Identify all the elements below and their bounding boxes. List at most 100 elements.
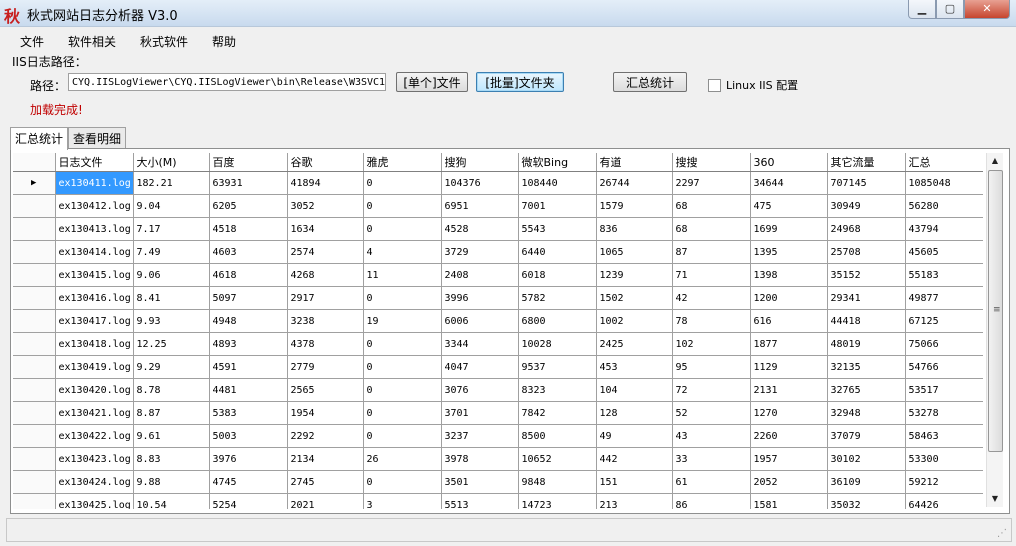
table-cell[interactable]: 45605 <box>905 240 983 264</box>
table-cell[interactable]: 34644 <box>750 171 828 195</box>
table-cell[interactable]: 26744 <box>596 171 673 195</box>
table-cell[interactable]: 48019 <box>827 332 906 356</box>
table-cell[interactable]: 4481 <box>209 378 288 402</box>
table-cell[interactable]: 1065 <box>596 240 673 264</box>
table-cell[interactable]: 5254 <box>209 493 288 509</box>
table-cell[interactable]: 53300 <box>905 447 983 471</box>
table-cell[interactable]: 26 <box>363 447 442 471</box>
resize-grip-icon[interactable]: ⋰ <box>997 528 1007 539</box>
current-row-indicator-icon[interactable]: ▶ <box>13 171 56 195</box>
data-grid[interactable]: 日志文件 大小(M) 百度 谷歌 雅虎 搜狗 微软Bing 有道 搜搜 360 其它流量 汇总 ▶ ex… <box>13 153 983 509</box>
table-cell[interactable]: 72 <box>672 378 751 402</box>
row-header[interactable] <box>13 332 56 356</box>
table-row[interactable]: ex130423.log 8.83 3976 2134 26 3978 10652 442 33… <box>13 447 983 471</box>
table-cell[interactable]: 1502 <box>596 286 673 310</box>
table-cell[interactable]: 442 <box>596 447 673 471</box>
table-cell[interactable]: 453 <box>596 355 673 379</box>
table-cell[interactable]: 53278 <box>905 401 983 425</box>
table-cell[interactable]: 10652 <box>518 447 597 471</box>
maximize-button[interactable]: ▢ <box>936 0 964 19</box>
row-header[interactable] <box>13 240 56 264</box>
table-cell[interactable]: 1002 <box>596 309 673 333</box>
table-cell[interactable]: 2021 <box>287 493 364 509</box>
table-cell[interactable]: 2292 <box>287 424 364 448</box>
table-cell[interactable]: 64426 <box>905 493 983 509</box>
table-cell[interactable]: 33 <box>672 447 751 471</box>
table-cell[interactable]: 10028 <box>518 332 597 356</box>
table-cell[interactable]: 7842 <box>518 401 597 425</box>
table-cell[interactable]: 67125 <box>905 309 983 333</box>
table-cell[interactable]: ex130413.log <box>55 217 134 241</box>
table-cell[interactable]: 5543 <box>518 217 597 241</box>
table-cell[interactable]: 8.87 <box>133 401 210 425</box>
vertical-scrollbar[interactable]: ▲ ≡ ▼ <box>986 153 1003 507</box>
table-cell[interactable]: 35032 <box>827 493 906 509</box>
table-cell[interactable]: 475 <box>750 194 828 218</box>
table-row[interactable]: ex130420.log 8.78 4481 2565 0 3076 8323 104 72 21… <box>13 378 983 402</box>
column-header[interactable]: 搜搜 <box>672 153 751 172</box>
row-header[interactable] <box>13 447 56 471</box>
table-cell[interactable]: 63931 <box>209 171 288 195</box>
table-cell[interactable]: 4603 <box>209 240 288 264</box>
table-cell[interactable]: 3729 <box>441 240 519 264</box>
table-cell[interactable]: 5003 <box>209 424 288 448</box>
table-cell[interactable]: 19 <box>363 309 442 333</box>
table-cell[interactable]: 29341 <box>827 286 906 310</box>
table-cell[interactable]: 9848 <box>518 470 597 494</box>
table-cell[interactable]: 0 <box>363 194 442 218</box>
table-cell[interactable]: 9537 <box>518 355 597 379</box>
table-cell[interactable]: 1877 <box>750 332 828 356</box>
table-cell[interactable]: 3 <box>363 493 442 509</box>
table-cell[interactable]: 6440 <box>518 240 597 264</box>
table-cell[interactable]: 2260 <box>750 424 828 448</box>
table-cell[interactable]: 7.17 <box>133 217 210 241</box>
table-cell[interactable]: 3052 <box>287 194 364 218</box>
table-cell[interactable]: ex130416.log <box>55 286 134 310</box>
table-cell[interactable]: 30102 <box>827 447 906 471</box>
table-cell[interactable]: 2052 <box>750 470 828 494</box>
table-cell[interactable]: 707145 <box>827 171 906 195</box>
table-cell[interactable]: 6205 <box>209 194 288 218</box>
table-cell[interactable]: 8500 <box>518 424 597 448</box>
table-cell[interactable]: 32948 <box>827 401 906 425</box>
table-cell[interactable]: 9.29 <box>133 355 210 379</box>
table-cell[interactable]: 58463 <box>905 424 983 448</box>
table-cell[interactable]: ex130415.log <box>55 263 134 287</box>
table-cell[interactable]: 0 <box>363 401 442 425</box>
table-cell[interactable]: 0 <box>363 424 442 448</box>
table-cell[interactable]: 4948 <box>209 309 288 333</box>
table-cell[interactable]: 42 <box>672 286 751 310</box>
table-cell[interactable]: 108440 <box>518 171 597 195</box>
table-cell[interactable]: 0 <box>363 171 442 195</box>
table-row[interactable]: ex130417.log 9.93 4948 3238 19 6006 6800 1002 78… <box>13 309 983 333</box>
table-cell[interactable]: 43 <box>672 424 751 448</box>
tab-details[interactable]: 查看明细 <box>68 127 127 149</box>
table-cell[interactable]: 6951 <box>441 194 519 218</box>
table-cell[interactable]: 9.88 <box>133 470 210 494</box>
table-cell[interactable]: 1634 <box>287 217 364 241</box>
row-header[interactable] <box>13 309 56 333</box>
table-cell[interactable]: 616 <box>750 309 828 333</box>
table-cell[interactable]: 1129 <box>750 355 828 379</box>
table-cell[interactable]: 25708 <box>827 240 906 264</box>
row-header[interactable] <box>13 378 56 402</box>
table-cell[interactable]: 4047 <box>441 355 519 379</box>
table-cell[interactable]: 0 <box>363 332 442 356</box>
table-cell[interactable]: 1699 <box>750 217 828 241</box>
table-cell[interactable]: 49877 <box>905 286 983 310</box>
table-cell[interactable]: 4745 <box>209 470 288 494</box>
table-cell[interactable]: ex130412.log <box>55 194 134 218</box>
menu-help[interactable]: 帮助 <box>200 31 248 51</box>
table-cell[interactable]: ex130414.log <box>55 240 134 264</box>
table-cell[interactable]: ex130421.log <box>55 401 134 425</box>
table-cell[interactable]: 3344 <box>441 332 519 356</box>
table-cell[interactable]: 2917 <box>287 286 364 310</box>
table-cell[interactable]: 3978 <box>441 447 519 471</box>
table-cell[interactable]: 52 <box>672 401 751 425</box>
column-header[interactable]: 百度 <box>209 153 288 172</box>
table-cell[interactable]: 182.21 <box>133 171 210 195</box>
menu-software[interactable]: 软件相关 <box>56 31 128 51</box>
minimize-button[interactable]: ▁ <box>908 0 936 19</box>
close-button[interactable]: ✕ <box>964 0 1010 19</box>
table-row[interactable]: ex130416.log 8.41 5097 2917 0 3996 5782 1502 42 1… <box>13 286 983 310</box>
